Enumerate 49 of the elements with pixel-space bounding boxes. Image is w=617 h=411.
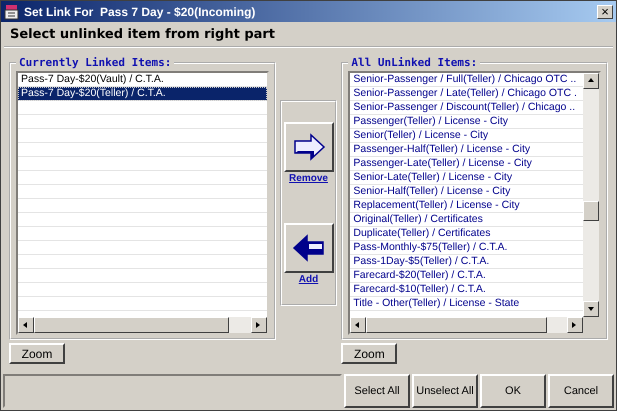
list-item[interactable]: Senior-Half(Teller) / License - City <box>350 185 583 199</box>
linked-items-list[interactable]: Pass-7 Day-$20(Vault) / C.T.A. Pass-7 Day-$20(Teller) / C.T.A. <box>16 71 269 335</box>
list-item[interactable]: Senior(Teller) / License - City <box>350 129 583 143</box>
list-item[interactable]: Pass-Monthly-$75(Teller) / C.T.A. <box>350 241 583 255</box>
dialog-button[interactable]: Unselect All <box>412 374 478 408</box>
right-arrow-button[interactable] <box>284 122 334 172</box>
close-button[interactable]: × <box>597 4 613 18</box>
list-item[interactable]: Senior-Passenger / Full(Teller) / Chicago OTC .. <box>350 73 583 87</box>
app-icon <box>4 4 20 20</box>
scrollbar-thumb[interactable] <box>34 317 229 333</box>
list-item[interactable]: Farecard-$10(Teller) / C.T.A. <box>350 283 583 297</box>
list-item[interactable]: Pass-1Day-$5(Teller) / C.T.A. <box>350 255 583 269</box>
scroll-button[interactable] <box>250 317 267 333</box>
scroll-button[interactable] <box>350 317 366 333</box>
group-label: Currently Linked Items: <box>18 56 172 69</box>
scroll-button[interactable] <box>583 73 599 89</box>
list-item[interactable]: Pass-7 Day-$20(Teller) / C.T.A. <box>18 87 267 101</box>
list-item[interactable]: Farecard-$20(Teller) / C.T.A. <box>350 269 583 283</box>
group-label: All UnLinked Items: <box>350 56 478 69</box>
left-arrow-button[interactable] <box>284 222 334 272</box>
list-item[interactable]: Senior-Late(Teller) / License - City <box>350 171 583 185</box>
list-item[interactable]: Senior-Passenger / Discount(Teller) / Chicago .. <box>350 101 583 115</box>
zoom-button[interactable]: Zoom <box>341 343 398 364</box>
list-item[interactable]: Title - Other(Teller) / License - State <box>350 297 583 311</box>
left-arrow-icon <box>290 232 326 262</box>
action-label[interactable]: Remove <box>289 172 328 184</box>
down-arrow-icon <box>587 305 595 313</box>
dialog-button[interactable]: OK <box>480 374 546 408</box>
scrollbar-thumb[interactable] <box>583 201 599 221</box>
list-item[interactable]: Replacement(Teller) / License - City <box>350 199 583 213</box>
zoom-button[interactable]: Zoom <box>9 343 65 364</box>
list-item[interactable]: Passenger(Teller) / License - City <box>350 115 583 129</box>
scrollbar-thumb[interactable] <box>366 317 547 333</box>
list-item[interactable]: Senior-Passenger / Late(Teller) / Chicago OTC . <box>350 87 583 101</box>
scroll-button[interactable] <box>567 317 583 333</box>
dialog-button[interactable]: Cancel <box>548 374 614 408</box>
list-item[interactable]: Passenger-Late(Teller) / License - City <box>350 157 583 171</box>
window-title: Set Link For Pass 7 Day - $20(Incoming) <box>24 4 256 18</box>
instruction-text: Select unlinked item from right part <box>4 24 613 48</box>
scroll-button[interactable] <box>18 317 34 333</box>
left-arrow-icon <box>22 321 30 329</box>
scroll-button[interactable] <box>583 301 599 317</box>
list-item[interactable]: Original(Teller) / Certificates <box>350 213 583 227</box>
action-label[interactable]: Add <box>298 274 318 284</box>
list-item[interactable]: Duplicate(Teller) / Certificates <box>350 227 583 241</box>
unlinked-items-list[interactable] <box>348 71 601 335</box>
dialog-button[interactable]: Select All <box>344 374 410 408</box>
up-arrow-icon <box>587 77 595 85</box>
list-item[interactable]: Passenger-Half(Teller) / License - City <box>350 143 583 157</box>
